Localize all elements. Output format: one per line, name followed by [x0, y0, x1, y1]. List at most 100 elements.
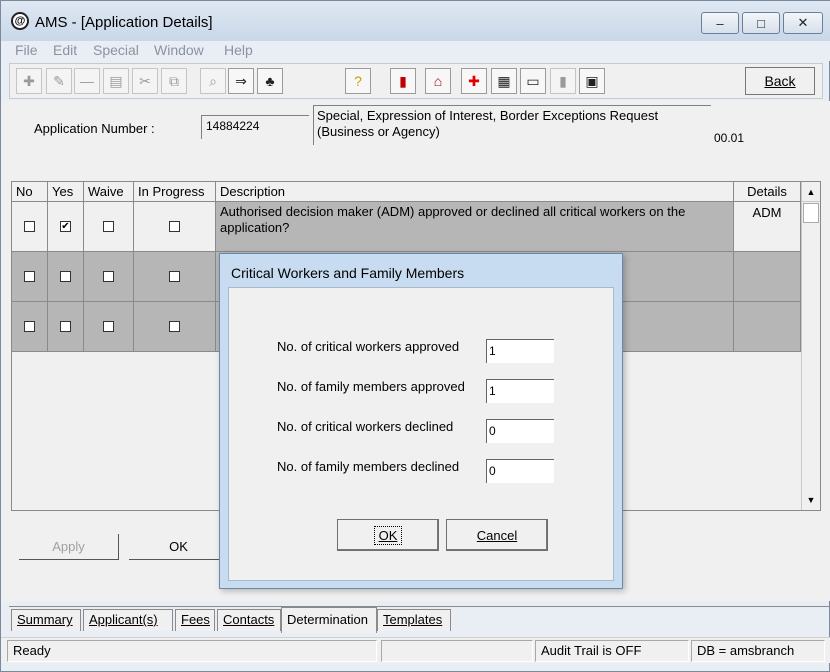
status-pane-empty [381, 640, 533, 662]
column-header-description[interactable]: Description [216, 182, 734, 202]
column-header-in-progress[interactable]: In Progress [134, 182, 216, 202]
waive-cell [84, 252, 134, 302]
application-type-field: Special, Expression of Interest, Border … [313, 105, 711, 145]
tab-summary[interactable]: Summary [11, 609, 81, 631]
no-checkbox[interactable] [24, 221, 35, 232]
in-progress-checkbox[interactable] [169, 221, 180, 232]
remove-icon[interactable]: — [74, 68, 100, 94]
table-row: ✔ Authorised decision maker (ADM) approv… [12, 202, 801, 252]
family-members-declined-label: No. of family members declined [277, 459, 460, 474]
no-cell [12, 202, 48, 252]
waive-checkbox[interactable] [103, 221, 114, 232]
exit-door-icon[interactable]: ▮ [390, 68, 416, 94]
vertical-scrollbar[interactable]: ▲ ▼ [801, 182, 820, 510]
in-progress-cell [134, 302, 216, 352]
yes-checkbox[interactable]: ✔ [60, 221, 71, 232]
critical-workers-declined-input[interactable]: 0 [486, 419, 554, 443]
app-logo-icon: @ [11, 12, 29, 30]
menu-bar: File Edit Special Window Help [1, 41, 830, 61]
description-cell: Authorised decision maker (ADM) approved… [216, 202, 734, 252]
menu-edit[interactable]: Edit [53, 42, 77, 58]
status-bar: Ready Audit Trail is OFF DB = amsbranch [1, 637, 830, 663]
tab-contacts[interactable]: Contacts [217, 609, 281, 631]
tab-bar: Summary Applicant(s) Fees Contacts Deter… [9, 606, 829, 633]
tab-templates[interactable]: Templates [377, 609, 451, 631]
add-icon[interactable]: ✚ [16, 68, 42, 94]
scroll-up-arrow-icon[interactable]: ▲ [802, 182, 820, 202]
waive-checkbox[interactable] [103, 271, 114, 282]
details-cell[interactable] [734, 252, 801, 302]
family-members-declined-input[interactable]: 0 [486, 459, 554, 483]
column-header-no[interactable]: No [12, 182, 48, 202]
tab-label: Determination [287, 612, 368, 627]
dialog-ok-label: OK [378, 527, 398, 543]
open-folder-icon[interactable]: ⌂ [425, 68, 451, 94]
form-icon[interactable]: ▮ [550, 68, 576, 94]
dialog-cancel-button[interactable]: Cancel [446, 519, 548, 551]
tab-applicants[interactable]: Applicant(s) [83, 609, 173, 631]
cut-icon[interactable]: ✂ [132, 68, 158, 94]
menu-file[interactable]: File [15, 42, 38, 58]
details-cell[interactable] [734, 302, 801, 352]
application-window: @ AMS - [Application Details] – □ ✕ File… [0, 0, 830, 672]
tab-fees[interactable]: Fees [175, 609, 215, 631]
menu-special[interactable]: Special [93, 42, 139, 58]
menu-help[interactable]: Help [224, 42, 253, 58]
waive-cell [84, 302, 134, 352]
maximize-button[interactable]: □ [742, 12, 780, 34]
yes-cell [48, 252, 84, 302]
scroll-down-arrow-icon[interactable]: ▼ [802, 490, 820, 510]
tab-label: Fees [181, 612, 210, 627]
no-cell [12, 302, 48, 352]
critical-workers-declined-label: No. of critical workers declined [277, 419, 454, 434]
column-header-details[interactable]: Details [734, 182, 801, 202]
print-icon[interactable]: ▤ [103, 68, 129, 94]
card-icon[interactable]: ▭ [520, 68, 546, 94]
tab-label: Applicant(s) [89, 612, 158, 627]
description-text: Authorised decision maker (ADM) approved… [220, 204, 686, 235]
menu-window[interactable]: Window [154, 42, 204, 58]
edit-pencil-icon[interactable]: ✎ [46, 68, 72, 94]
critical-workers-approved-input[interactable]: 1 [486, 339, 554, 363]
tab-label: Summary [17, 612, 73, 627]
no-checkbox[interactable] [24, 321, 35, 332]
column-header-waive[interactable]: Waive [84, 182, 134, 202]
tree-icon[interactable]: ♣ [257, 68, 283, 94]
tab-label: Templates [383, 612, 443, 627]
minimize-button[interactable]: – [701, 12, 739, 34]
family-members-approved-label: No. of family members approved [277, 379, 465, 394]
critical-workers-approved-label: No. of critical workers approved [277, 339, 460, 354]
yes-checkbox[interactable] [60, 321, 71, 332]
title-bar: @ AMS - [Application Details] – □ ✕ [1, 1, 830, 41]
in-progress-cell [134, 202, 216, 252]
audit-trail-status: Audit Trail is OFF [535, 640, 689, 662]
close-button[interactable]: ✕ [783, 12, 823, 34]
family-members-approved-input[interactable]: 1 [486, 379, 554, 403]
yes-cell [48, 302, 84, 352]
copy-icon[interactable]: ⧉ [161, 68, 187, 94]
help-icon[interactable]: ? [345, 68, 371, 94]
ok-button[interactable]: OK [129, 534, 229, 560]
critical-workers-dialog: Critical Workers and Family Members No. … [219, 253, 623, 589]
application-number-field[interactable]: 14884224 [201, 115, 309, 139]
column-header-yes[interactable]: Yes [48, 182, 84, 202]
yes-checkbox[interactable] [60, 271, 71, 282]
in-progress-checkbox[interactable] [169, 271, 180, 282]
export-icon[interactable]: ⇒ [228, 68, 254, 94]
back-button[interactable]: Back [745, 67, 815, 95]
details-cell[interactable]: ADM [734, 202, 801, 252]
document-icon[interactable]: ▦ [491, 68, 517, 94]
find-icon[interactable]: ⌕ [200, 68, 226, 94]
tab-label: Contacts [223, 612, 275, 627]
medical-cross-icon[interactable]: ✚ [461, 68, 487, 94]
apply-button[interactable]: Apply [19, 534, 119, 560]
tab-determination[interactable]: Determination [281, 607, 377, 633]
waive-checkbox[interactable] [103, 321, 114, 332]
scroll-thumb[interactable] [803, 203, 819, 223]
waive-cell [84, 202, 134, 252]
dialog-ok-button[interactable]: OK [337, 519, 439, 551]
yes-cell: ✔ [48, 202, 84, 252]
in-progress-checkbox[interactable] [169, 321, 180, 332]
no-checkbox[interactable] [24, 271, 35, 282]
report-icon[interactable]: ▣ [579, 68, 605, 94]
